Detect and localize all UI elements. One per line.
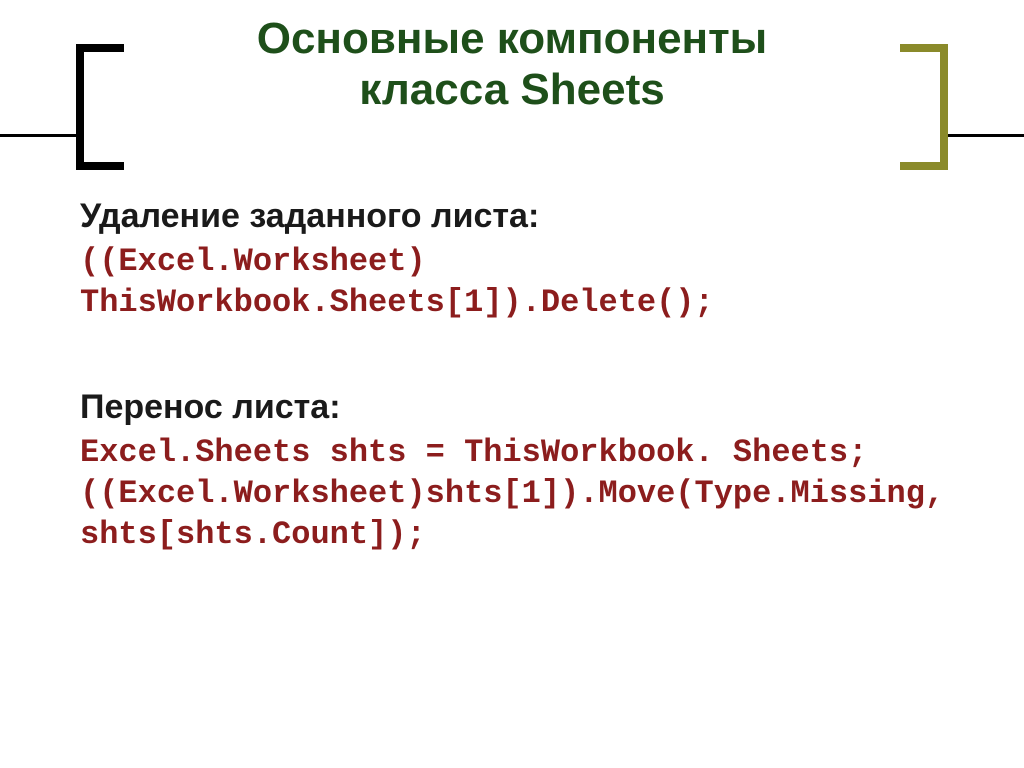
- slide-title-line1: Основные компоненты: [257, 14, 768, 63]
- section2-code: Excel.Sheets shts = ThisWorkbook. Sheets…: [80, 433, 954, 556]
- slide-body: Удаление заданного листа: ((Excel.Worksh…: [0, 115, 1024, 556]
- section2-heading: Перенос листа:: [80, 388, 954, 427]
- slide-title: Основные компоненты класса Sheets: [257, 14, 768, 115]
- slide-title-line2: класса Sheets: [359, 65, 664, 114]
- rule-right: [948, 134, 1024, 137]
- section1-heading: Удаление заданного листа:: [80, 197, 954, 236]
- slide-title-wrap: Основные компоненты класса Sheets: [0, 0, 1024, 115]
- section-gap: [80, 324, 954, 362]
- rule-left: [0, 134, 76, 137]
- section1-code: ((Excel.Worksheet) ThisWorkbook.Sheets[1…: [80, 242, 954, 324]
